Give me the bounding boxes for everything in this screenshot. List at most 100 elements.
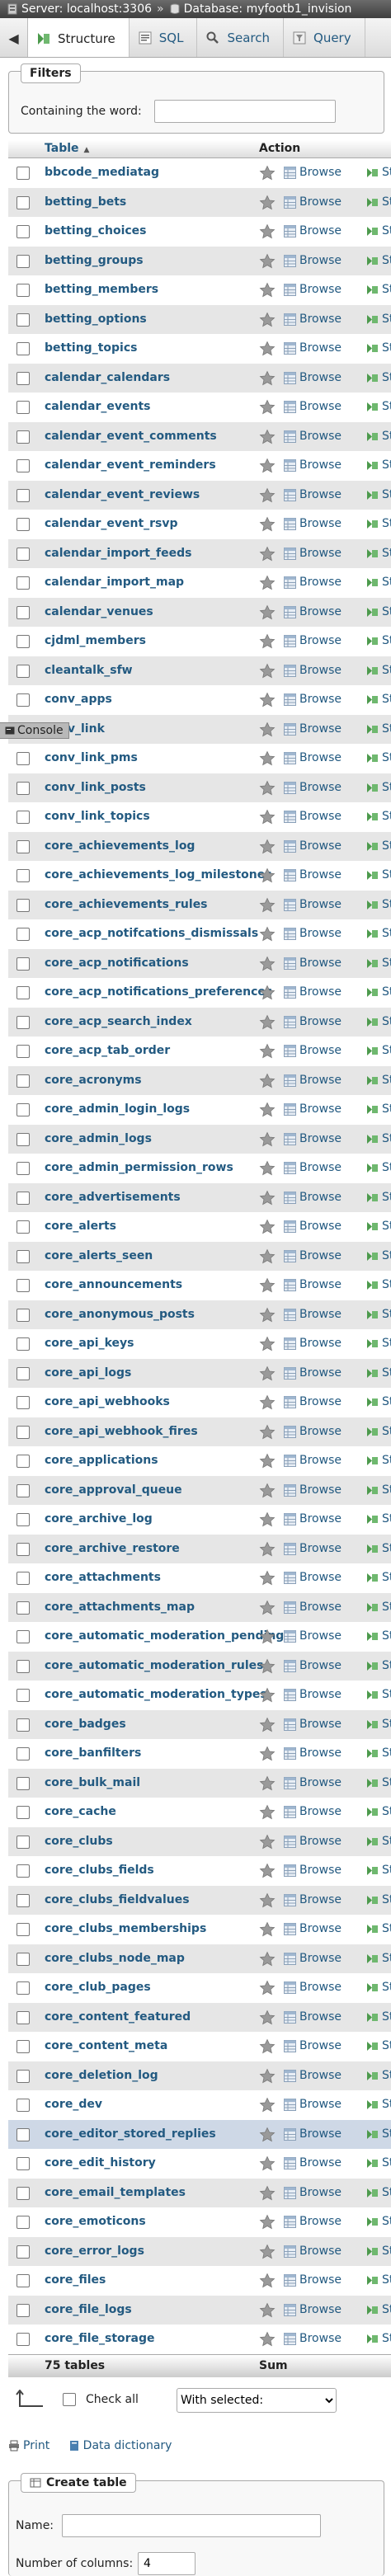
check-all-label[interactable]: Check all [86, 2393, 139, 2406]
table-row[interactable]: core_attachments_map Browse Str [8, 1592, 391, 1622]
row-checkbox[interactable] [16, 1249, 30, 1263]
row-checkbox[interactable] [16, 313, 30, 327]
table-row[interactable]: core_email_templates Browse Str [8, 2178, 391, 2207]
browse-link[interactable]: Browse [299, 1249, 342, 1262]
table-row[interactable]: core_acp_notifcations_dismissals Browse St… [8, 919, 391, 949]
browse-link[interactable]: Browse [299, 1542, 342, 1555]
row-checkbox[interactable] [16, 1308, 30, 1322]
table-row[interactable]: core_banfilters Browse Str [8, 1739, 391, 1769]
star-icon[interactable] [259, 1687, 276, 1704]
star-icon[interactable] [259, 1131, 276, 1148]
table-name-link[interactable]: core_emoticons [45, 2215, 146, 2228]
table-name-link[interactable]: core_club_pages [45, 1981, 151, 1994]
table-row[interactable]: core_acp_search_index Browse Str [8, 1007, 391, 1037]
table-name-link[interactable]: core_content_meta [45, 2039, 167, 2052]
browse-link[interactable]: Browse [299, 2156, 342, 2169]
structure-link[interactable]: Str [382, 868, 391, 881]
star-icon[interactable] [259, 780, 276, 797]
table-row[interactable]: calendar_import_feeds Browse Str [8, 538, 391, 568]
browse-link[interactable]: Browse [299, 1483, 342, 1497]
table-row[interactable]: conv_link_topics Browse Str [8, 802, 391, 832]
star-icon[interactable] [259, 1746, 276, 1762]
star-icon[interactable] [259, 1600, 276, 1616]
row-checkbox[interactable] [16, 811, 30, 824]
table-row[interactable]: core_club_pages Browse Str [8, 1973, 391, 2003]
structure-link[interactable]: Str [382, 1102, 391, 1116]
row-checkbox[interactable] [16, 1806, 30, 1819]
structure-link[interactable]: Str [382, 1425, 391, 1438]
structure-link[interactable]: Str [382, 1601, 391, 1614]
table-name-link[interactable]: core_clubs_fieldvalues [45, 1893, 190, 1906]
row-checkbox[interactable] [16, 1776, 30, 1790]
structure-link[interactable]: Str [382, 1483, 391, 1497]
row-checkbox[interactable] [16, 986, 30, 999]
row-checkbox[interactable] [16, 1952, 30, 1966]
star-icon[interactable] [259, 2097, 276, 2113]
table-row[interactable]: cleantalk_sfw Browse Str [8, 656, 391, 685]
structure-link[interactable]: Str [382, 693, 391, 706]
table-name-link[interactable]: core_admin_permission_rows [45, 1161, 233, 1174]
star-icon[interactable] [259, 722, 276, 738]
table-row[interactable]: core_achievements_log_milestones Browse St… [8, 861, 391, 891]
structure-link[interactable]: Str [382, 957, 391, 970]
table-name-input[interactable] [62, 2514, 321, 2537]
table-row[interactable]: cjdml_members Browse Str [8, 627, 391, 656]
browse-link[interactable]: Browse [299, 517, 342, 530]
table-name-link[interactable]: core_admin_logs [45, 1132, 152, 1145]
star-icon[interactable] [259, 1834, 276, 1850]
table-row[interactable]: betting_options Browse Str [8, 304, 391, 334]
table-row[interactable]: core_clubs_node_map Browse Str [8, 1944, 391, 1973]
structure-link[interactable]: Str [382, 1395, 391, 1408]
row-checkbox[interactable] [16, 1396, 30, 1409]
star-icon[interactable] [259, 1658, 276, 1675]
table-name-link[interactable]: core_admin_login_logs [45, 1102, 190, 1116]
browse-link[interactable]: Browse [299, 2069, 342, 2082]
table-row[interactable]: core_clubs_memberships Browse Str [8, 1915, 391, 1944]
row-checkbox[interactable] [16, 1132, 30, 1146]
table-row[interactable]: conv_apps Browse Str [8, 685, 391, 715]
table-row[interactable]: betting_members Browse Str [8, 275, 391, 305]
browse-link[interactable]: Browse [299, 371, 342, 384]
browse-link[interactable]: Browse [299, 1835, 342, 1848]
table-name-link[interactable]: core_badges [45, 1718, 126, 1731]
table-row[interactable]: calendar_import_map Browse Str [8, 568, 391, 598]
structure-link[interactable]: Str [382, 2215, 391, 2228]
star-icon[interactable] [259, 2214, 276, 2230]
table-name-link[interactable]: core_alerts_seen [45, 1249, 153, 1262]
table-row[interactable]: core_acp_tab_order Browse Str [8, 1037, 391, 1066]
row-checkbox[interactable] [16, 518, 30, 531]
row-checkbox[interactable] [16, 1981, 30, 1995]
table-row[interactable]: core_content_meta Browse Str [8, 2032, 391, 2061]
row-checkbox[interactable] [16, 635, 30, 648]
browse-link[interactable]: Browse [299, 1278, 342, 1291]
table-name-link[interactable]: cleantalk_sfw [45, 664, 133, 677]
row-checkbox[interactable] [16, 1893, 30, 1907]
table-name-link[interactable]: core_clubs_fields [45, 1864, 154, 1877]
structure-link[interactable]: Str [382, 1161, 391, 1174]
row-checkbox[interactable] [16, 693, 30, 707]
table-row[interactable]: core_announcements Browse Str [8, 1271, 391, 1300]
browse-link[interactable]: Browse [299, 254, 342, 267]
browse-link[interactable]: Browse [299, 2332, 342, 2345]
column-header-table[interactable]: Table ▲ [45, 142, 89, 155]
table-name-link[interactable]: betting_options [45, 313, 147, 326]
structure-link[interactable]: Str [382, 1746, 391, 1760]
star-icon[interactable] [259, 2302, 276, 2319]
structure-link[interactable]: Str [382, 927, 391, 940]
table-row[interactable]: core_alerts Browse Str [8, 1212, 391, 1242]
table-row[interactable]: calendar_calendars Browse Str [8, 363, 391, 393]
star-icon[interactable] [259, 546, 276, 562]
row-checkbox[interactable] [16, 1074, 30, 1088]
table-name-link[interactable]: core_content_featured [45, 2010, 191, 2024]
structure-link[interactable]: Str [382, 1688, 391, 1701]
browse-link[interactable]: Browse [299, 1454, 342, 1467]
row-checkbox[interactable] [16, 2069, 30, 2083]
table-row[interactable]: core_files Browse Str [8, 2266, 391, 2296]
table-row[interactable]: core_api_keys Browse Str [8, 1329, 391, 1359]
row-checkbox[interactable] [16, 1572, 30, 1585]
table-row[interactable]: betting_bets Browse Str [8, 187, 391, 217]
tab-query[interactable]: Query [284, 18, 365, 57]
star-icon[interactable] [259, 1219, 276, 1235]
browse-link[interactable]: Browse [299, 2010, 342, 2024]
table-name-link[interactable]: core_applications [45, 1454, 158, 1467]
